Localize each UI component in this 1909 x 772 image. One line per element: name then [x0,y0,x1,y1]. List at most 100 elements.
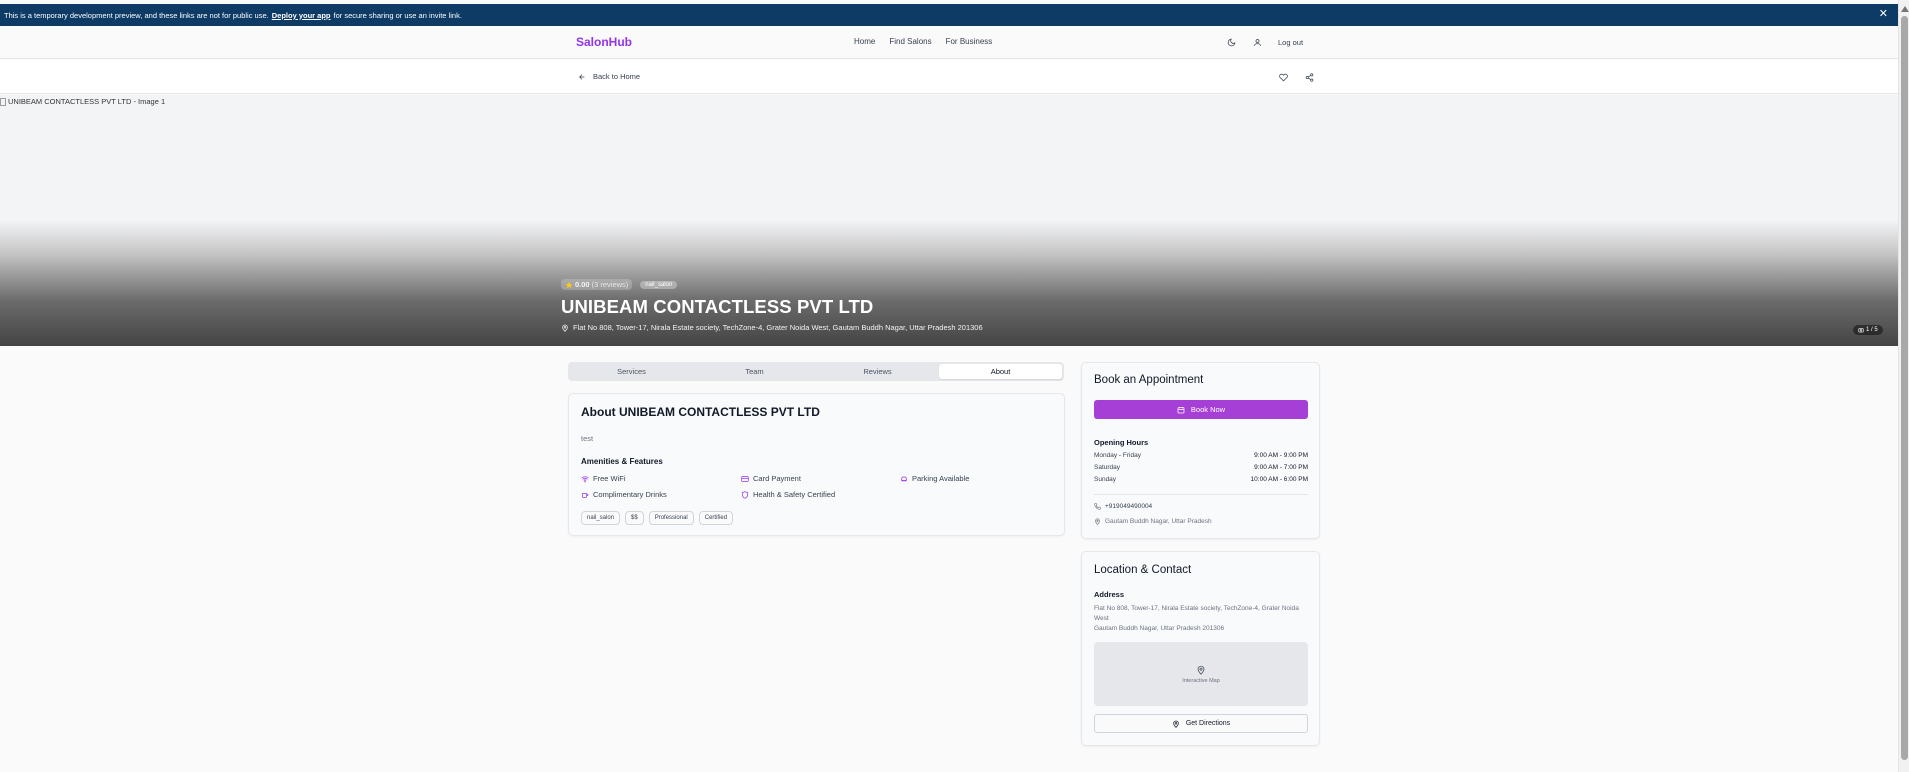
booking-title: Book an Appointment [1094,374,1204,386]
heart-icon[interactable] [1276,70,1290,84]
opening-hours-title: Opening Hours [1094,438,1149,447]
amenity-free-wifi: Free WiFi [581,474,626,483]
nav-home-link[interactable]: Home [854,37,875,46]
divider [1094,494,1308,495]
tab-about[interactable]: About [939,364,1062,379]
map-pin-icon [1095,518,1100,525]
scrollbar-thumb[interactable] [1901,16,1908,760]
image-counter: 1 / 5 [1853,325,1883,335]
image-counter-text: 1 / 5 [1866,327,1878,333]
navigation-icon [1173,720,1179,728]
nav-for-business-link[interactable]: For Business [946,37,993,46]
banner-text: This is a temporary development preview,… [4,10,269,20]
tag-professional: Professional [648,511,694,525]
amenity-label: Free WiFi [593,474,626,483]
hours-row: Monday - Friday 9:00 AM - 9:00 PM [1094,452,1308,459]
salon-title: UNIBEAM CONTACTLESS PVT LTD [561,296,874,317]
banner-text-end: for secure sharing or use an invite link… [333,10,462,20]
book-now-label: Book Now [1190,405,1226,414]
close-banner-button[interactable]: ✕ [1879,7,1888,20]
amenity-label: Health & Safety Certified [753,490,836,499]
calendar-icon [1177,406,1185,413]
location-card: Location & Contact Address Flat No 808, … [1081,551,1320,746]
nav-find-salons-link[interactable]: Find Salons [889,37,931,46]
tab-team[interactable]: Team [693,364,816,379]
hours-time: 10:00 AM - 6:00 PM [1250,476,1308,483]
full-address: Flat No 808, Tower-17, Nirala Estate soc… [1094,604,1310,634]
review-count: (3 reviews) [591,280,629,289]
deploy-app-link[interactable]: Deploy your app [272,11,331,20]
arrow-left-icon [579,73,585,80]
rating-badge: 0.00 (3 reviews) [561,279,633,290]
interactive-map[interactable]: Interactive Map [1094,642,1308,706]
get-directions-label: Get Directions [1185,720,1231,727]
location-title: Location & Contact [1094,564,1192,576]
nav-actions: Log out [1224,35,1303,49]
tab-services[interactable]: Services [570,364,693,379]
dev-preview-banner: This is a temporary development preview,… [0,4,1898,26]
salon-address: Flat No 808, Tower-17, Nirala Estate soc… [561,323,983,332]
back-label: Back to Home [593,72,641,81]
tag-certified: Certified [698,511,734,525]
tab-reviews[interactable]: Reviews [816,364,939,379]
credit-card-icon [741,475,749,482]
tag-list: nail_salon $$ Professional Certified [581,511,734,525]
amenity-card-payment: Card Payment [741,474,801,483]
tag-price-level: $$ [625,511,644,525]
back-to-home-link[interactable]: Back to Home [578,72,640,81]
camera-icon [1858,328,1864,333]
address-line-2: Gautam Buddh Nagar, Uttar Pradesh 201306 [1094,625,1225,632]
amenity-parking: Parking Available [900,474,969,483]
amenity-health-safety: Health & Safety Certified [741,490,835,499]
broken-image-icon [0,97,6,106]
phone-icon [1094,503,1101,510]
image-alt-text: UNIBEAM CONTACTLESS PVT LTD - Image 1 [8,97,166,106]
coffee-icon [581,492,589,498]
hours-row: Sunday 10:00 AM - 6:00 PM [1094,476,1308,483]
top-navbar: SalonHub Home Find Salons For Business L… [0,26,1898,59]
salonhub-logo[interactable]: SalonHub [576,35,632,49]
star-icon [565,281,573,288]
phone-contact[interactable]: +919049490004 [1094,503,1152,510]
amenity-label: Card Payment [753,474,801,483]
scrollbar[interactable] [1898,0,1909,772]
broken-image: UNIBEAM CONTACTLESS PVT LTD - Image 1 [0,97,165,106]
about-description: test [581,434,594,443]
hours-time: 9:00 AM - 7:00 PM [1254,464,1308,471]
amenity-label: Parking Available [912,474,970,483]
rating-value: 0.00 [575,280,590,289]
salon-tabs: Services Team Reviews About [568,362,1064,381]
main-nav: Home Find Salons For Business [854,37,992,46]
hours-day: Sunday [1094,476,1117,483]
logout-button[interactable]: Log out [1278,38,1303,47]
shield-icon [741,490,749,499]
car-icon [901,476,907,482]
address-line-1: Flat No 808, Tower-17, Nirala Estate soc… [1094,605,1299,622]
rating-row: 0.00 (3 reviews) nail_salon [561,279,678,290]
map-pin-icon [562,324,568,332]
get-directions-button[interactable]: Get Directions [1094,714,1308,733]
hours-row: Saturday 9:00 AM - 7:00 PM [1094,464,1308,471]
share-icon[interactable] [1302,70,1316,84]
location-contact: Gautam Buddh Nagar, Uttar Pradesh [1094,518,1212,525]
address-text: Flat No 808, Tower-17, Nirala Estate soc… [573,323,983,332]
hours-day: Saturday [1094,464,1121,471]
scroll-up-arrow-icon[interactable] [1901,6,1909,12]
hero-gallery[interactable]: UNIBEAM CONTACTLESS PVT LTD - Image 1 0.… [0,95,1898,346]
category-badge: nail_salon [640,280,678,289]
wifi-icon [581,475,589,482]
hours-time: 9:00 AM - 9:00 PM [1254,452,1308,459]
about-card: About UNIBEAM CONTACTLESS PVT LTD test A… [568,393,1065,536]
book-now-button[interactable]: Book Now [1094,400,1308,419]
location-text: Gautam Buddh Nagar, Uttar Pradesh [1105,518,1212,525]
salon-actions [1276,70,1316,84]
booking-card: Book an Appointment Book Now Opening Hou… [1081,362,1320,539]
amenity-complimentary-drinks: Complimentary Drinks [581,490,667,499]
map-pin-icon [1197,665,1205,675]
phone-number: +919049490004 [1105,503,1153,510]
user-icon[interactable] [1250,35,1264,49]
tag-nail-salon: nail_salon [581,511,621,525]
moon-icon[interactable] [1224,35,1238,49]
sub-navbar: Back to Home [0,60,1898,94]
amenities-title: Amenities & Features [581,457,663,466]
